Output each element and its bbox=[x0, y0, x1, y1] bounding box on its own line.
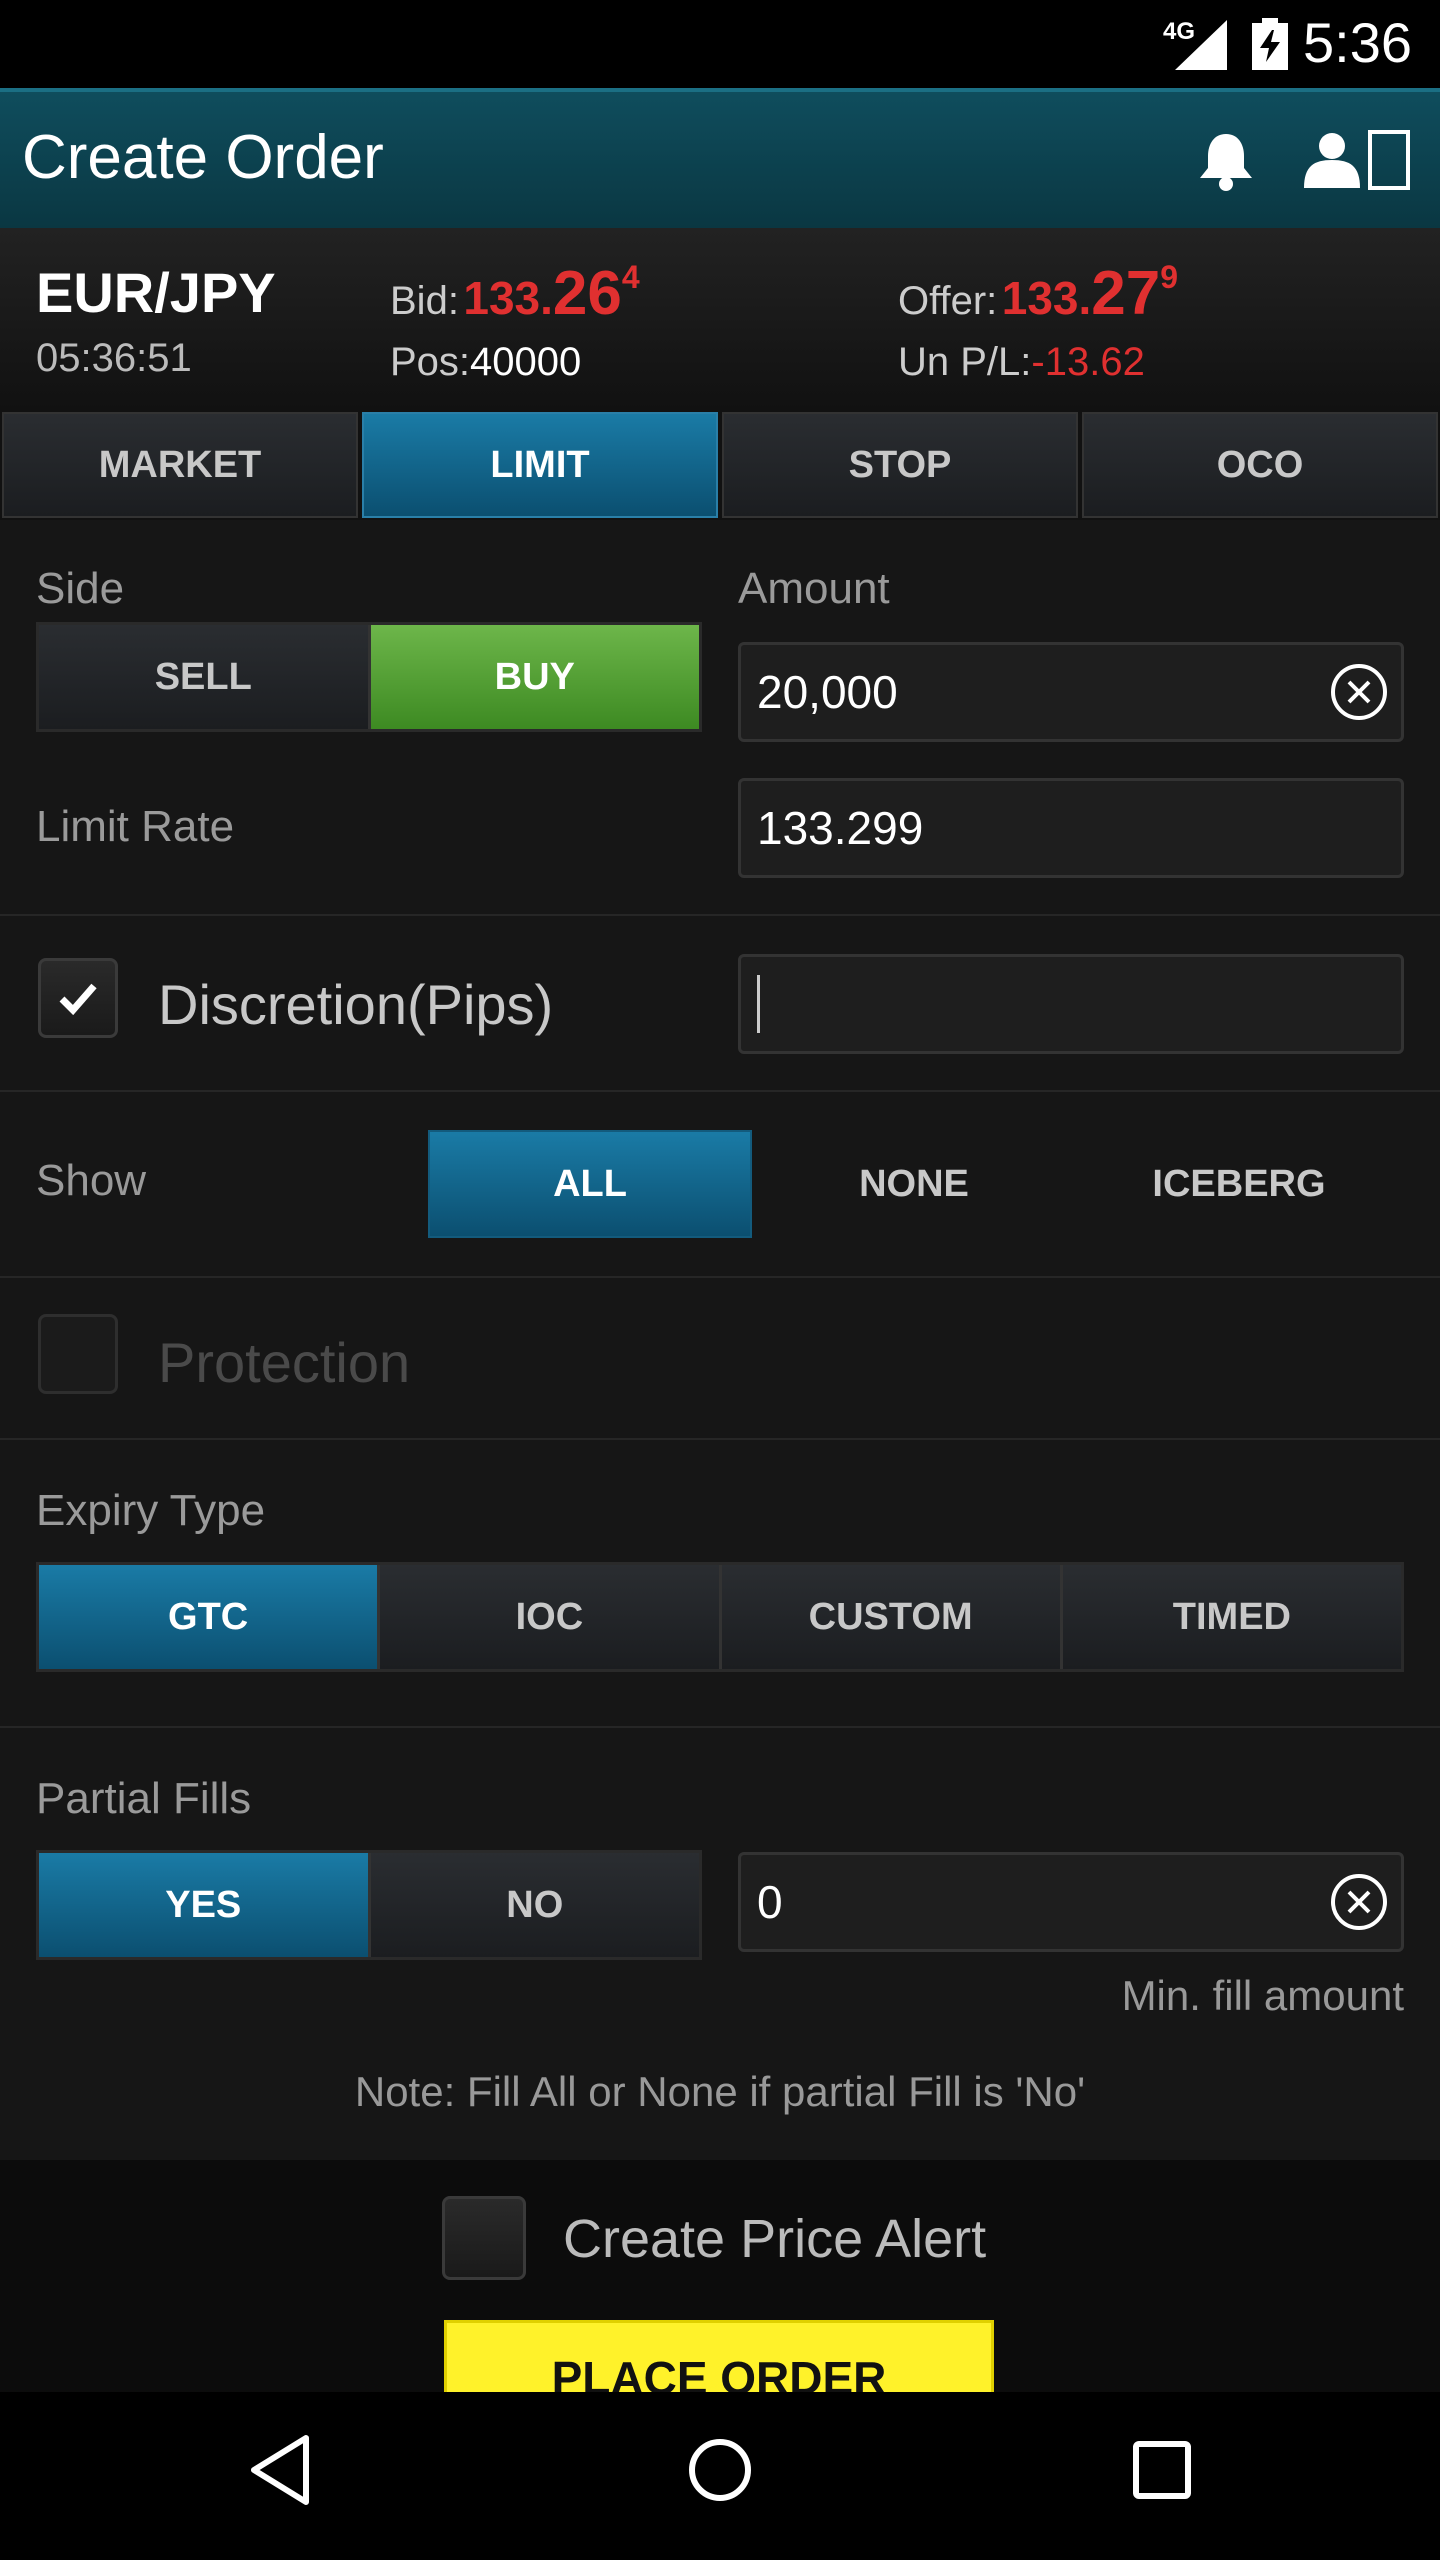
offer-value: 133.279 bbox=[1001, 259, 1179, 328]
unrealized-pl: Un P/L:-13.62 bbox=[898, 340, 1145, 384]
place-order-button[interactable]: PLACE ORDER bbox=[444, 2320, 994, 2400]
quote-time: 05:36:51 bbox=[36, 336, 192, 380]
side-selector: SELL BUY bbox=[36, 622, 702, 732]
bell-icon[interactable] bbox=[1196, 130, 1256, 192]
status-bar: 4G 5:36 bbox=[0, 0, 1440, 88]
limit-rate-value: 133.299 bbox=[757, 802, 924, 854]
tab-oco[interactable]: OCO bbox=[1082, 412, 1438, 518]
sell-button[interactable]: SELL bbox=[39, 625, 371, 729]
min-fill-hint: Min. fill amount bbox=[1121, 1972, 1404, 2019]
amount-label: Amount bbox=[738, 564, 890, 613]
partial-no-button[interactable]: NO bbox=[370, 1853, 699, 1957]
limit-rate-label: Limit Rate bbox=[36, 802, 235, 851]
partial-fill-note: Note: Fill All or None if partial Fill i… bbox=[354, 2068, 1086, 2115]
amount-value: 20,000 bbox=[757, 666, 898, 718]
battery-charging-icon bbox=[1252, 18, 1288, 70]
buy-button[interactable]: BUY bbox=[370, 625, 699, 729]
partial-yes-button[interactable]: YES bbox=[39, 1853, 371, 1957]
quote-header: EUR/JPY 05:36:51 Bid: 133.264 Offer: 133… bbox=[0, 228, 1440, 410]
system-nav-bar bbox=[0, 2392, 1440, 2560]
min-fill-input[interactable]: 0 bbox=[738, 1852, 1404, 1952]
partial-fills-label: Partial Fills bbox=[36, 1774, 252, 1823]
back-icon[interactable] bbox=[248, 2432, 312, 2508]
protection-label: Protection bbox=[158, 1331, 411, 1394]
offer-label: Offer: bbox=[898, 279, 998, 323]
tab-stop[interactable]: STOP bbox=[722, 412, 1078, 518]
order-type-tabs: MARKET LIMIT STOP OCO bbox=[0, 410, 1440, 520]
account-icon[interactable] bbox=[1302, 130, 1412, 192]
protection-checkbox[interactable] bbox=[38, 1314, 118, 1394]
discretion-checkbox[interactable] bbox=[38, 958, 118, 1038]
show-none-button[interactable]: NONE bbox=[752, 1130, 1076, 1238]
side-label: Side bbox=[36, 564, 125, 613]
price-alert-checkbox[interactable] bbox=[442, 2196, 526, 2280]
recents-icon[interactable] bbox=[1130, 2432, 1194, 2508]
app-bar: Create Order bbox=[0, 88, 1440, 228]
tab-market[interactable]: MARKET bbox=[2, 412, 358, 518]
discretion-label: Discretion(Pips) bbox=[158, 973, 554, 1036]
min-fill-value: 0 bbox=[757, 1876, 783, 1928]
page-title: Create Order bbox=[22, 123, 384, 192]
expiry-timed-button[interactable]: TIMED bbox=[1062, 1565, 1401, 1669]
expiry-type-selector: GTC IOC CUSTOM TIMED bbox=[36, 1562, 1404, 1672]
text-cursor bbox=[757, 975, 760, 1033]
price-alert-label: Create Price Alert bbox=[563, 2209, 987, 2269]
expiry-custom-button[interactable]: CUSTOM bbox=[721, 1565, 1063, 1669]
tab-limit[interactable]: LIMIT bbox=[362, 412, 718, 518]
bid-value: 133.264 bbox=[463, 259, 640, 328]
amount-input[interactable]: 20,000 bbox=[738, 642, 1404, 742]
bid-label: Bid: bbox=[390, 279, 459, 323]
clear-icon[interactable] bbox=[1329, 1872, 1389, 1932]
order-footer: Create Price Alert PLACE ORDER bbox=[0, 2160, 1440, 2400]
limit-rate-input[interactable]: 133.299 bbox=[738, 778, 1404, 878]
divider bbox=[0, 1090, 1440, 1092]
offer-price: Offer: 133.279 bbox=[898, 258, 1178, 329]
currency-pair: EUR/JPY bbox=[36, 261, 276, 324]
divider bbox=[0, 1276, 1440, 1278]
bid-price: Bid: 133.264 bbox=[390, 258, 640, 329]
expiry-ioc-button[interactable]: IOC bbox=[380, 1565, 722, 1669]
show-label: Show bbox=[36, 1156, 147, 1205]
clear-icon[interactable] bbox=[1329, 662, 1389, 722]
status-time: 5:36 bbox=[1303, 11, 1412, 74]
position: Pos:40000 bbox=[390, 340, 582, 384]
divider bbox=[0, 1726, 1440, 1728]
partial-fills-selector: YES NO bbox=[36, 1850, 702, 1960]
discretion-input[interactable] bbox=[738, 954, 1404, 1054]
home-icon[interactable] bbox=[686, 2432, 754, 2508]
expiry-type-label: Expiry Type bbox=[36, 1486, 266, 1535]
expiry-gtc-button[interactable]: GTC bbox=[39, 1565, 381, 1669]
show-all-button[interactable]: ALL bbox=[428, 1130, 752, 1238]
signal-icon bbox=[1175, 20, 1227, 70]
divider bbox=[0, 914, 1440, 916]
show-iceberg-button[interactable]: ICEBERG bbox=[1076, 1130, 1402, 1238]
divider bbox=[0, 1438, 1440, 1440]
checkmark-icon bbox=[59, 983, 97, 1015]
